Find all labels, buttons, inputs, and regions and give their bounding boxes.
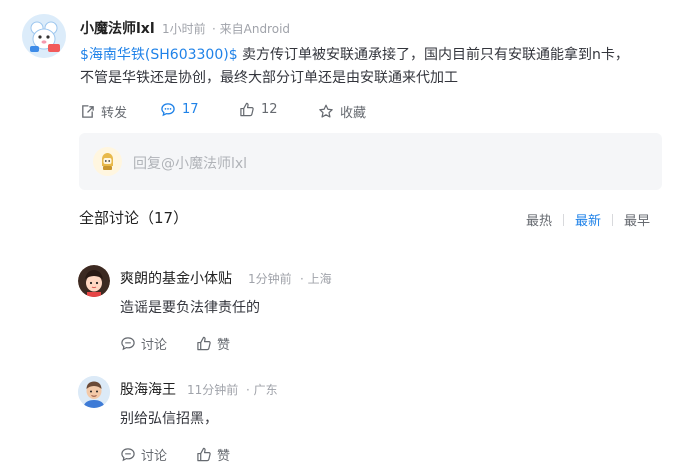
comment-like-label: 赞 xyxy=(217,338,231,353)
thumb-up-icon xyxy=(240,102,254,117)
comment-time: 11分钟前 xyxy=(187,383,239,397)
favorite-button[interactable]: 收藏 xyxy=(318,102,366,121)
girl-avatar-icon xyxy=(78,265,110,297)
repost-label: 转发 xyxy=(101,106,128,121)
repost-button[interactable]: 转发 xyxy=(80,102,127,121)
reply-placeholder: 回复@小魔法师lxl xyxy=(133,156,248,172)
post-source: · 来自Android xyxy=(212,22,291,36)
comment-avatar[interactable] xyxy=(78,376,110,408)
favorite-label: 收藏 xyxy=(340,106,367,121)
stock-link[interactable]: $海南华铁(SH603300)$ xyxy=(80,47,238,63)
comment-icon xyxy=(121,448,135,462)
post-body-line1: $海南华铁(SH603300)$ 卖方传订单被安联通承接了，国内目前只有安联通能… xyxy=(80,44,629,67)
comment-text: 造谣是要负法律责任的 xyxy=(120,300,260,316)
comment-like-button[interactable]: 赞 xyxy=(196,334,230,353)
post-text-line2: 不管是华铁还是协创，最终大部分订单还是由安联通来代加工 xyxy=(80,70,458,86)
star-icon xyxy=(319,104,333,118)
comment-reply-button[interactable]: 讨论 xyxy=(120,334,167,353)
comment-count: 17 xyxy=(182,102,199,117)
post-time: 1小时前 xyxy=(162,22,206,36)
post-author-avatar[interactable] xyxy=(22,14,66,58)
sort-tabs: 最热 最新 最早 xyxy=(526,210,650,229)
thumb-up-icon xyxy=(197,447,211,462)
comment-avatar[interactable] xyxy=(78,265,110,297)
like-count: 12 xyxy=(261,102,278,117)
sort-oldest[interactable]: 最早 xyxy=(624,210,650,229)
comment-icon xyxy=(121,337,135,351)
comment-like-button[interactable]: 赞 xyxy=(196,445,230,464)
post-text-line1: 卖方传订单被安联通承接了，国内目前只有安联通能拿到n卡， xyxy=(237,47,629,63)
sort-newest[interactable]: 最新 xyxy=(575,210,601,229)
reply-box[interactable]: 回复@小魔法师lxl xyxy=(79,133,662,190)
sort-divider xyxy=(612,213,614,226)
thumb-up-icon xyxy=(197,336,211,351)
mascot-avatar-icon xyxy=(22,14,66,58)
sort-hot[interactable]: 最热 xyxy=(526,210,552,229)
comment-author-name[interactable]: 股海海王 xyxy=(120,379,176,399)
comment-icon xyxy=(161,103,175,117)
comment-button[interactable]: 17 xyxy=(160,102,199,117)
comment-reply-label: 讨论 xyxy=(141,338,168,353)
like-button[interactable]: 12 xyxy=(239,102,278,117)
comment-author-name[interactable]: 爽朗的基金小体贴 xyxy=(120,268,232,288)
comment-time: 1分钟前 xyxy=(248,272,292,286)
man-avatar-icon xyxy=(78,376,110,408)
user-avatar-icon xyxy=(93,147,122,176)
comment-location: · 广东 xyxy=(246,383,278,397)
comment-text: 别给弘信招黑， xyxy=(120,411,218,427)
discussion-title: 全部讨论（17） xyxy=(79,209,189,227)
sort-divider xyxy=(563,213,565,226)
share-icon xyxy=(82,105,94,118)
comment-like-label: 赞 xyxy=(217,449,231,464)
comment-location: · 上海 xyxy=(300,272,332,286)
comment-reply-button[interactable]: 讨论 xyxy=(120,445,167,464)
reply-user-avatar xyxy=(93,147,122,176)
comment-reply-label: 讨论 xyxy=(141,449,168,464)
post-author-name[interactable]: 小魔法师lxl xyxy=(80,18,155,38)
